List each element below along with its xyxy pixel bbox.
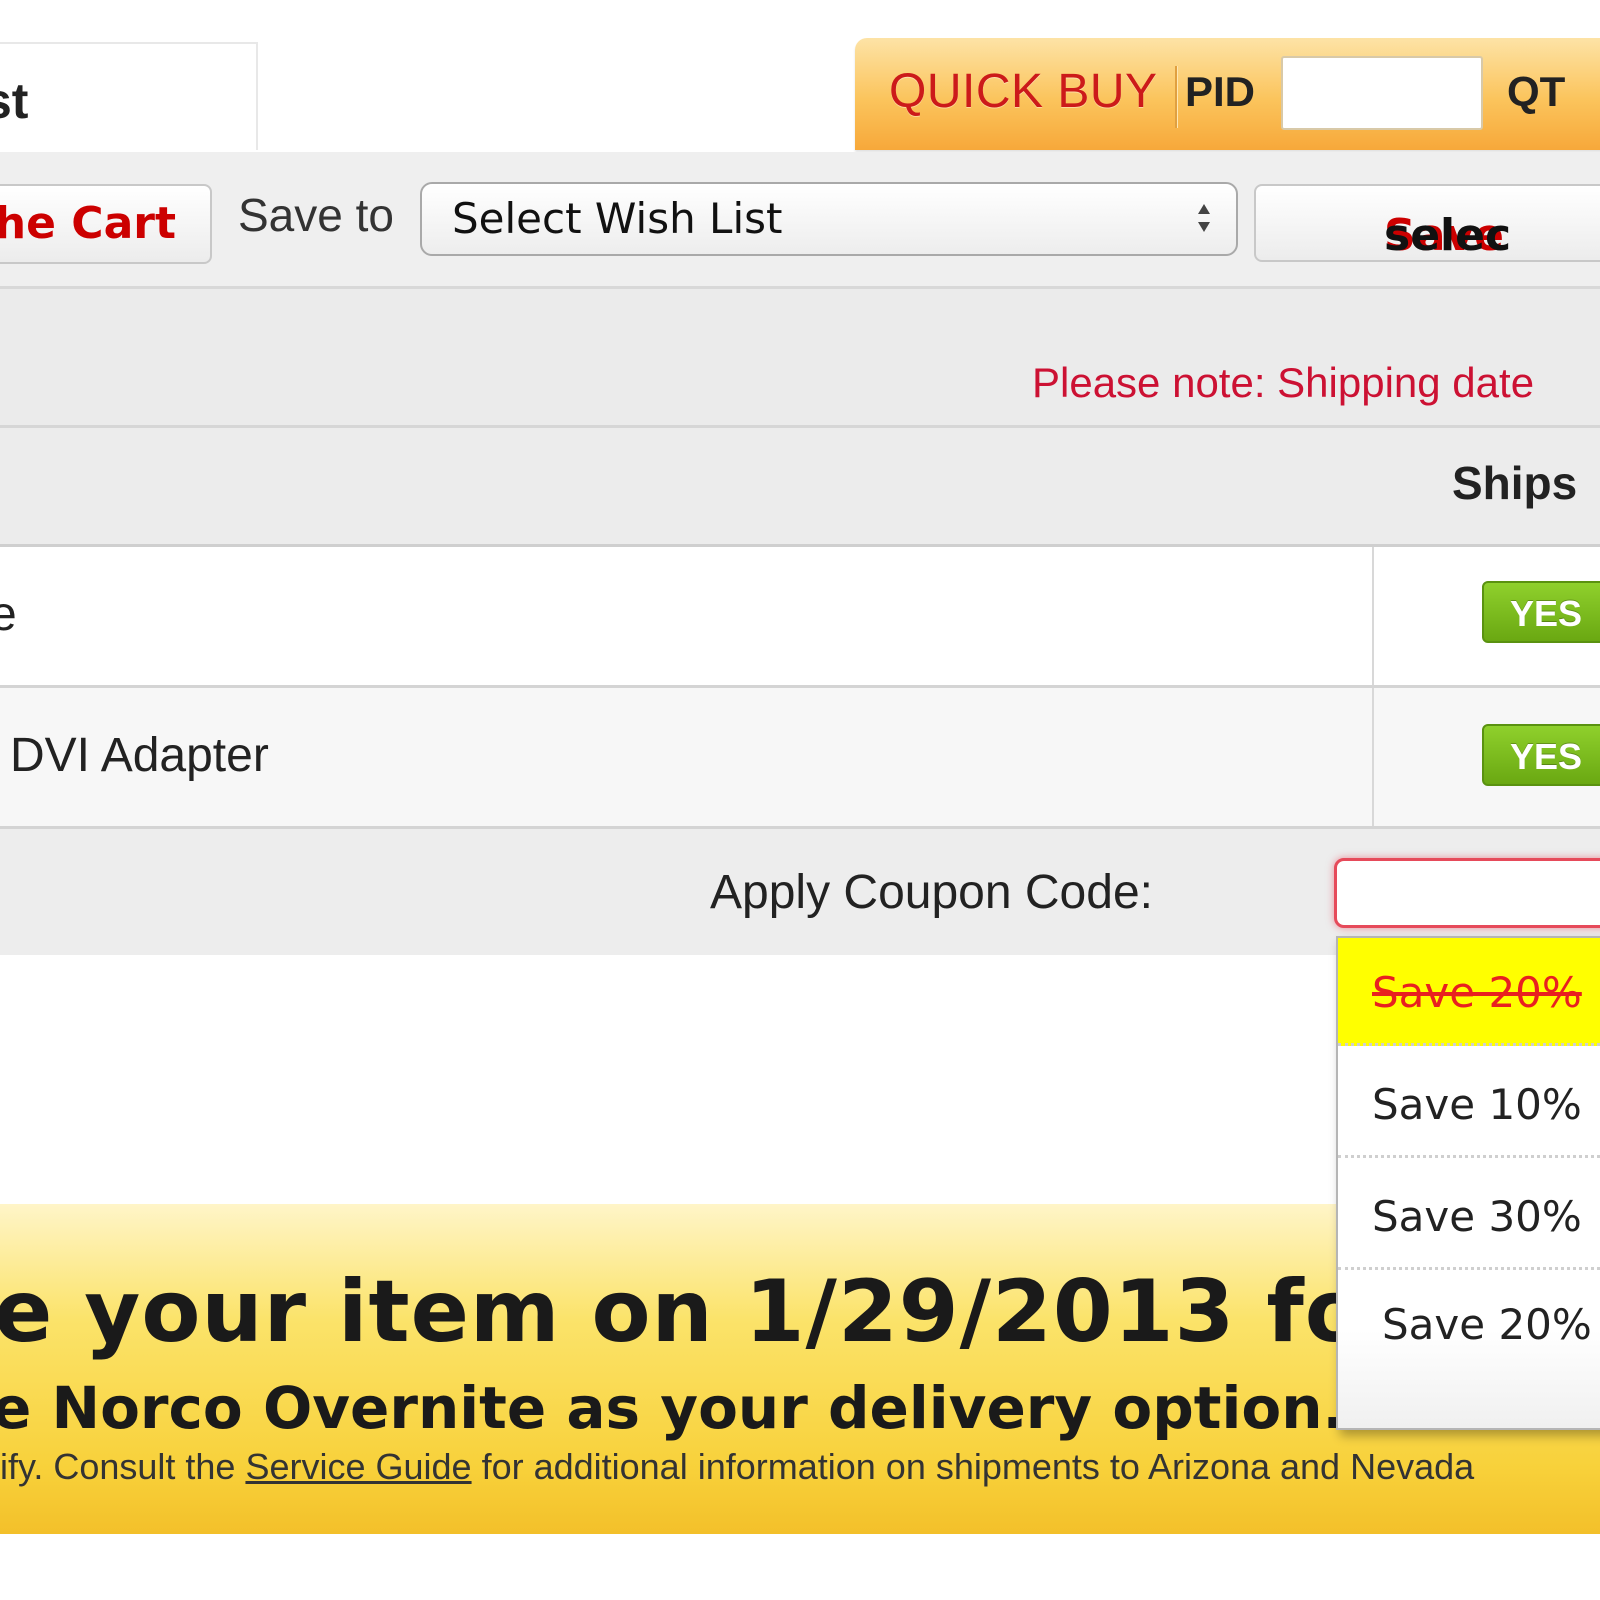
shipping-notice-text: Please note: Shipping date	[1032, 359, 1535, 406]
ships-badge: YES	[1482, 581, 1600, 643]
select-arrows-icon	[1198, 204, 1210, 232]
save-to-label: Save to	[238, 189, 394, 241]
quick-buy-divider	[1175, 66, 1177, 128]
coupon-suggestion[interactable]: Save 30%	[1338, 1162, 1600, 1270]
wishlist-select[interactable]: Select Wish List	[420, 182, 1238, 256]
shipping-notice: Please note: Shipping date	[0, 289, 1600, 428]
column-header-ships: Ships	[1452, 457, 1578, 509]
item-name: DVI Adapter	[10, 729, 269, 782]
quick-buy-panel: QUICK BUY PID QT	[855, 38, 1600, 150]
ships-badge: YES	[1482, 724, 1600, 786]
coupon-suggestion[interactable]: Save 10%	[1338, 1050, 1600, 1158]
coupon-label: Apply Coupon Code:	[710, 866, 1153, 919]
ships-badge-label: YES	[1510, 593, 1583, 634]
list-tab[interactable]: st	[0, 42, 258, 150]
coupon-suggestion[interactable]: Save 20%	[1338, 1270, 1600, 1378]
column-divider	[1372, 688, 1374, 826]
item-name: e	[0, 588, 17, 641]
column-divider	[1372, 547, 1374, 685]
table-row: e YES	[0, 547, 1600, 688]
coupon-input[interactable]	[1334, 858, 1600, 928]
cart-button-label: he Cart	[0, 198, 176, 249]
wishlist-select-value: Select Wish List	[452, 194, 783, 243]
service-guide-link[interactable]: Service Guide	[245, 1446, 471, 1487]
pid-label: PID	[1185, 68, 1256, 115]
coupon-suggestions-dropdown: Save 20% Save 10% Save 30% Save 20%	[1336, 936, 1600, 1430]
promo-subheadline: e Norco Overnite as your delivery option…	[0, 1374, 1345, 1442]
qty-label: QT	[1507, 68, 1566, 115]
promo-fineprint: lify. Consult the Service Guide for addi…	[0, 1446, 1475, 1487]
quick-buy-title: QUICK BUY	[889, 65, 1158, 118]
table-row: DVI Adapter YES	[0, 688, 1600, 829]
coupon-suggestion[interactable]: Save 20%	[1338, 938, 1600, 1046]
pid-input[interactable]	[1281, 56, 1483, 130]
list-tab-label: st	[0, 73, 29, 129]
cart-button[interactable]: he Cart	[0, 184, 212, 264]
ships-badge-label: YES	[1510, 736, 1583, 777]
table-header: Ships	[0, 428, 1600, 547]
save-selected-button[interactable]: Save selec	[1254, 184, 1600, 262]
